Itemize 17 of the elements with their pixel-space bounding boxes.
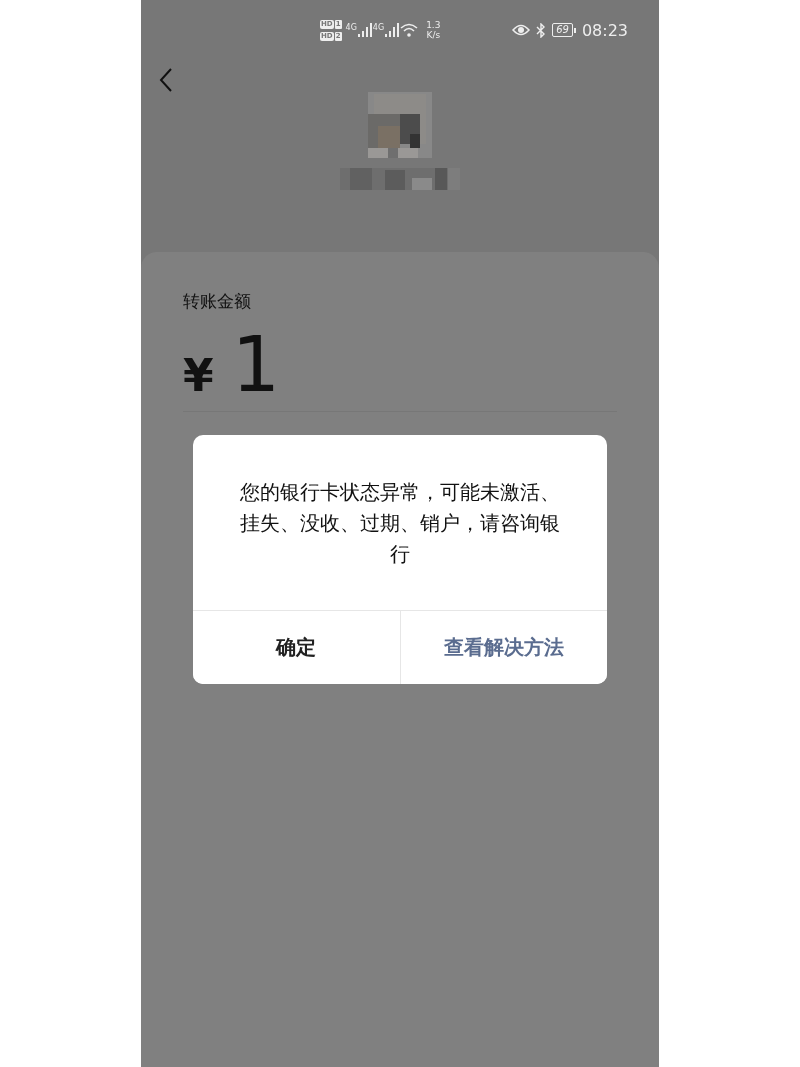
signal-icon — [385, 23, 400, 37]
signal-icon — [357, 23, 372, 37]
amount-label: 转账金额 — [183, 290, 252, 313]
currency-symbol: ¥ — [183, 350, 214, 401]
network-type: 4G — [345, 23, 357, 32]
network-type: 4G — [372, 23, 385, 32]
battery-icon: 69 — [552, 23, 576, 37]
dialog-message: 您的银行卡状态异常，可能未激活、挂失、没收、过期、销户，请咨询银行 — [239, 479, 561, 568]
eye-icon — [512, 24, 531, 36]
bluetooth-icon — [536, 22, 547, 38]
back-icon[interactable] — [159, 68, 173, 92]
wifi-icon — [400, 23, 419, 37]
speed-unit: K/s — [426, 30, 441, 40]
amount-value: 1 — [231, 327, 280, 403]
solution-button[interactable]: 查看解决方法 — [399, 611, 607, 684]
clock-time: 08:23 — [581, 20, 628, 40]
network-speed: 1.3 — [426, 20, 441, 30]
